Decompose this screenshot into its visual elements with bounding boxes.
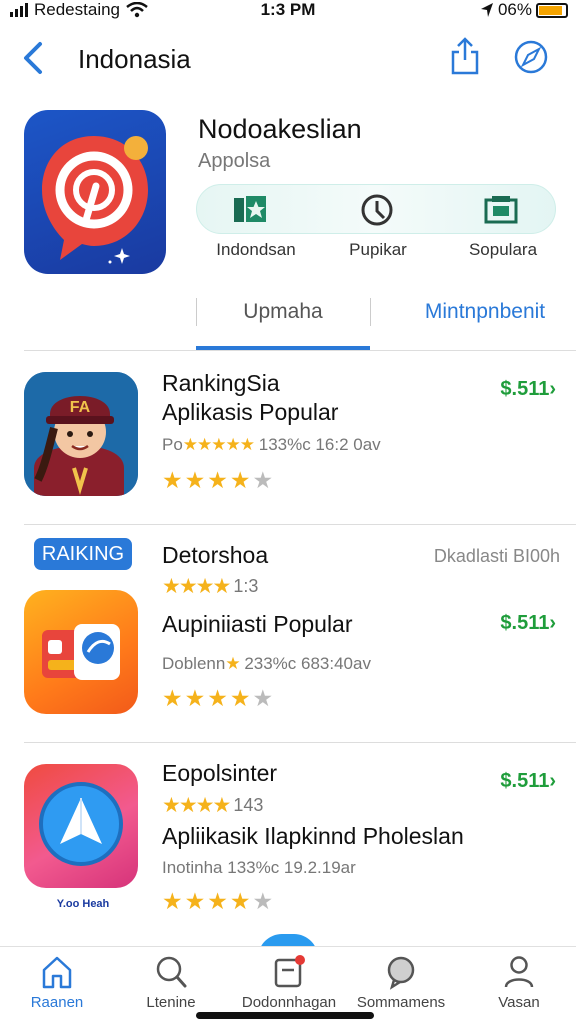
star-filled-icon: ★ <box>207 888 228 914</box>
app-logo-icon <box>42 136 148 264</box>
tab-profile[interactable]: Vasan <box>464 954 574 1011</box>
chat-icon <box>387 956 415 990</box>
tab-segment-1[interactable]: Upmaha <box>196 300 370 324</box>
compass-icon[interactable] <box>512 38 550 76</box>
star-filled-icon: ★ <box>162 888 183 914</box>
meta-stars: ★ <box>225 654 240 673</box>
search-icon <box>156 956 187 988</box>
list-item-subtitle: Aplikasis Popular <box>162 399 339 425</box>
app-developer[interactable]: Appolsa <box>198 150 270 173</box>
meta-suffix: 233%c 683:40av <box>244 654 371 673</box>
tab-home[interactable]: Raanen <box>2 954 112 1011</box>
tab-label: Raanen <box>30 994 84 1011</box>
list-item-title[interactable]: Detorshoa <box>162 542 268 569</box>
list-item-subtitle: Apliikasik Ilapkinnd Pholeslan <box>162 823 464 849</box>
tab-messages[interactable]: Sommamens <box>346 954 456 1011</box>
star-filled-icon: ★ <box>207 685 228 711</box>
price-button[interactable]: $.511› <box>500 378 556 401</box>
meta-suffix: 133%c 16:2 0av <box>258 435 381 454</box>
battery-icon <box>536 2 568 18</box>
meta-prefix: Doblenn <box>162 654 226 673</box>
divider <box>24 524 576 525</box>
meta-prefix: Inotinha <box>162 858 223 877</box>
list-item-icon[interactable] <box>24 764 138 888</box>
list-item-title[interactable]: Eopolsinter <box>162 760 277 787</box>
rating-stars: ★ ★ ★ ★ ★ <box>162 890 273 913</box>
segment-divider <box>370 298 371 326</box>
meta-suffix: 133%c 19.2.19ar <box>227 858 356 877</box>
page-title: Indonasia <box>78 44 191 74</box>
meta-stars: ★★★★★ <box>182 435 255 454</box>
star-flag-icon[interactable] <box>232 192 272 228</box>
photo-cards-icon <box>42 624 120 680</box>
tab-label: Vasan <box>498 994 540 1011</box>
list-item-meta: Po★★★★★ 133%c 16:2 0av <box>162 435 381 455</box>
inline-rating-count: 1:3 <box>233 576 259 596</box>
action-label-1[interactable]: Indondsan <box>196 240 316 260</box>
star-empty-icon: ★ <box>252 467 274 493</box>
inline-rating: ★★★★ 143 <box>162 793 263 818</box>
inline-rating-stars: ★★★★ <box>162 794 231 817</box>
inline-rating-count: 143 <box>233 795 264 815</box>
battery-percent: 06% <box>497 0 532 19</box>
list-item-meta: Doblenn★ 233%c 683:40av <box>162 654 371 674</box>
tab-label: Ltenine <box>146 994 196 1011</box>
notification-icon <box>274 955 305 988</box>
action-label-3[interactable]: Sopulara <box>443 240 563 260</box>
status-right: 06% <box>480 0 568 20</box>
ranking-badge: RAIKING <box>34 538 132 570</box>
bookmark-icon[interactable] <box>482 192 522 228</box>
list-item-icon[interactable]: FA <box>24 372 138 496</box>
star-filled-icon: ★ <box>184 685 206 711</box>
app-icon[interactable] <box>24 110 166 274</box>
meta-prefix: Po <box>162 435 183 454</box>
star-filled-icon: ★ <box>229 685 251 711</box>
tab-segment-2[interactable]: Mintnpnbenit <box>400 300 570 324</box>
star-filled-icon: ★ <box>162 467 183 493</box>
inline-rating: ★★★★ 1:3 <box>162 574 258 599</box>
paper-plane-icon <box>39 782 123 866</box>
star-empty-icon: ★ <box>252 685 274 711</box>
tab-notifications[interactable]: Dodonnhagan <box>234 954 344 1011</box>
list-item-meta: Inotinha 133%c 19.2.19ar <box>162 858 356 878</box>
star-filled-icon: ★ <box>162 685 183 711</box>
action-label-2[interactable]: Pupikar <box>318 240 438 260</box>
home-indicator[interactable] <box>196 1012 374 1019</box>
svg-text:FA: FA <box>70 399 91 416</box>
star-filled-icon: ★ <box>207 467 228 493</box>
divider <box>24 742 576 743</box>
profile-icon <box>504 956 534 988</box>
home-icon <box>42 956 72 989</box>
star-filled-icon: ★ <box>229 888 251 914</box>
character-avatar-icon: FA <box>24 372 138 496</box>
battery-fill <box>539 5 563 15</box>
share-icon[interactable] <box>448 36 482 76</box>
divider <box>24 350 576 351</box>
list-item-title[interactable]: RankingSia <box>162 370 280 397</box>
tab-label: Sommamens <box>356 994 446 1011</box>
list-item-icon[interactable] <box>24 590 138 714</box>
chevron-left-icon[interactable] <box>18 38 48 78</box>
rating-stars: ★ ★ ★ ★ ★ <box>162 469 273 492</box>
tab-label: Dodonnhagan <box>241 994 337 1011</box>
star-empty-icon: ★ <box>252 888 274 914</box>
list-item-subtitle: Aupiniiasti Popular <box>162 611 353 637</box>
price-button[interactable]: $.511› <box>500 770 556 793</box>
star-filled-icon: ★ <box>184 467 206 493</box>
star-filled-icon: ★ <box>184 888 206 914</box>
clock-icon[interactable] <box>358 192 398 228</box>
list-item-right-text: Dkadlasti BI00h <box>433 546 560 566</box>
app-name: Nodoakeslian <box>198 114 362 144</box>
price-button[interactable]: $.511› <box>500 612 556 635</box>
location-arrow-icon <box>480 3 493 17</box>
nav-bar: Indonasia <box>0 32 576 88</box>
icon-caption: Y.oo Heah <box>56 898 110 910</box>
inline-rating-stars: ★★★★ <box>162 575 231 598</box>
tab-search[interactable]: Ltenine <box>116 954 226 1011</box>
star-filled-icon: ★ <box>229 467 251 493</box>
rating-stars: ★ ★ ★ ★ ★ <box>162 687 273 710</box>
status-bar: Redestaing 1:3 PM 06% <box>0 0 576 22</box>
